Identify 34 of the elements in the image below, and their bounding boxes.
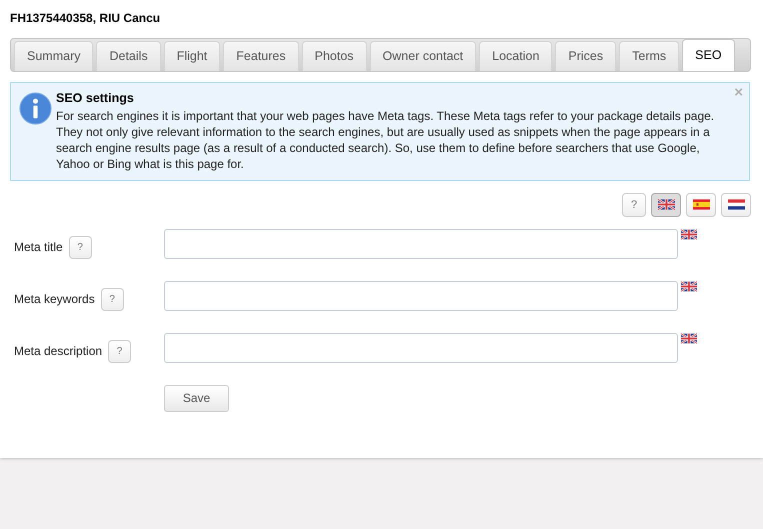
flag-icon: [658, 199, 674, 210]
help-button[interactable]: ?: [68, 236, 92, 259]
language-button[interactable]: [721, 192, 751, 217]
field-label: Meta title: [14, 239, 63, 256]
help-button[interactable]: ?: [108, 340, 132, 363]
page-title: FH1375440358, RIU Cancu: [10, 10, 162, 27]
info-text: For search engines it is important that your web pages have Meta tags. These Meta tags refer to your package details page. They not only give relevant information to the search engines, but are usually used as snippets when the page appears in a search engine results page (as a result of a conducted search). So, use them to define before searchers that use Google, Yahoo or Bing what is this page for.: [56, 108, 716, 172]
flag-icon: [681, 332, 697, 344]
tab[interactable]: Features: [223, 41, 299, 71]
tab[interactable]: Terms: [619, 41, 680, 71]
text-field[interactable]: [164, 228, 678, 259]
field-label: Meta description: [14, 343, 102, 360]
info-icon: [19, 92, 52, 125]
flag-icon: [692, 199, 710, 210]
language-button[interactable]: [651, 192, 681, 217]
tab[interactable]: Details: [96, 41, 161, 71]
tab[interactable]: Summary: [14, 41, 94, 71]
tab[interactable]: SEO: [682, 39, 735, 71]
info-title: SEO settings: [56, 90, 134, 107]
tab[interactable]: Photos: [302, 41, 367, 71]
flag-icon: [681, 280, 697, 292]
field-label: Meta keywords: [14, 291, 95, 308]
save-button[interactable]: Save: [164, 384, 229, 412]
flag-icon: [728, 199, 744, 210]
help-button[interactable]: ?: [100, 288, 124, 311]
tab[interactable]: Flight: [164, 41, 220, 71]
flag-icon: [681, 228, 697, 240]
tab[interactable]: Location: [479, 41, 552, 71]
tab[interactable]: Owner contact: [370, 41, 476, 71]
language-button[interactable]: [686, 192, 716, 217]
tab[interactable]: Prices: [555, 41, 616, 71]
text-field[interactable]: [164, 280, 678, 311]
help-button[interactable]: ?: [622, 192, 646, 217]
text-field[interactable]: [164, 332, 678, 363]
